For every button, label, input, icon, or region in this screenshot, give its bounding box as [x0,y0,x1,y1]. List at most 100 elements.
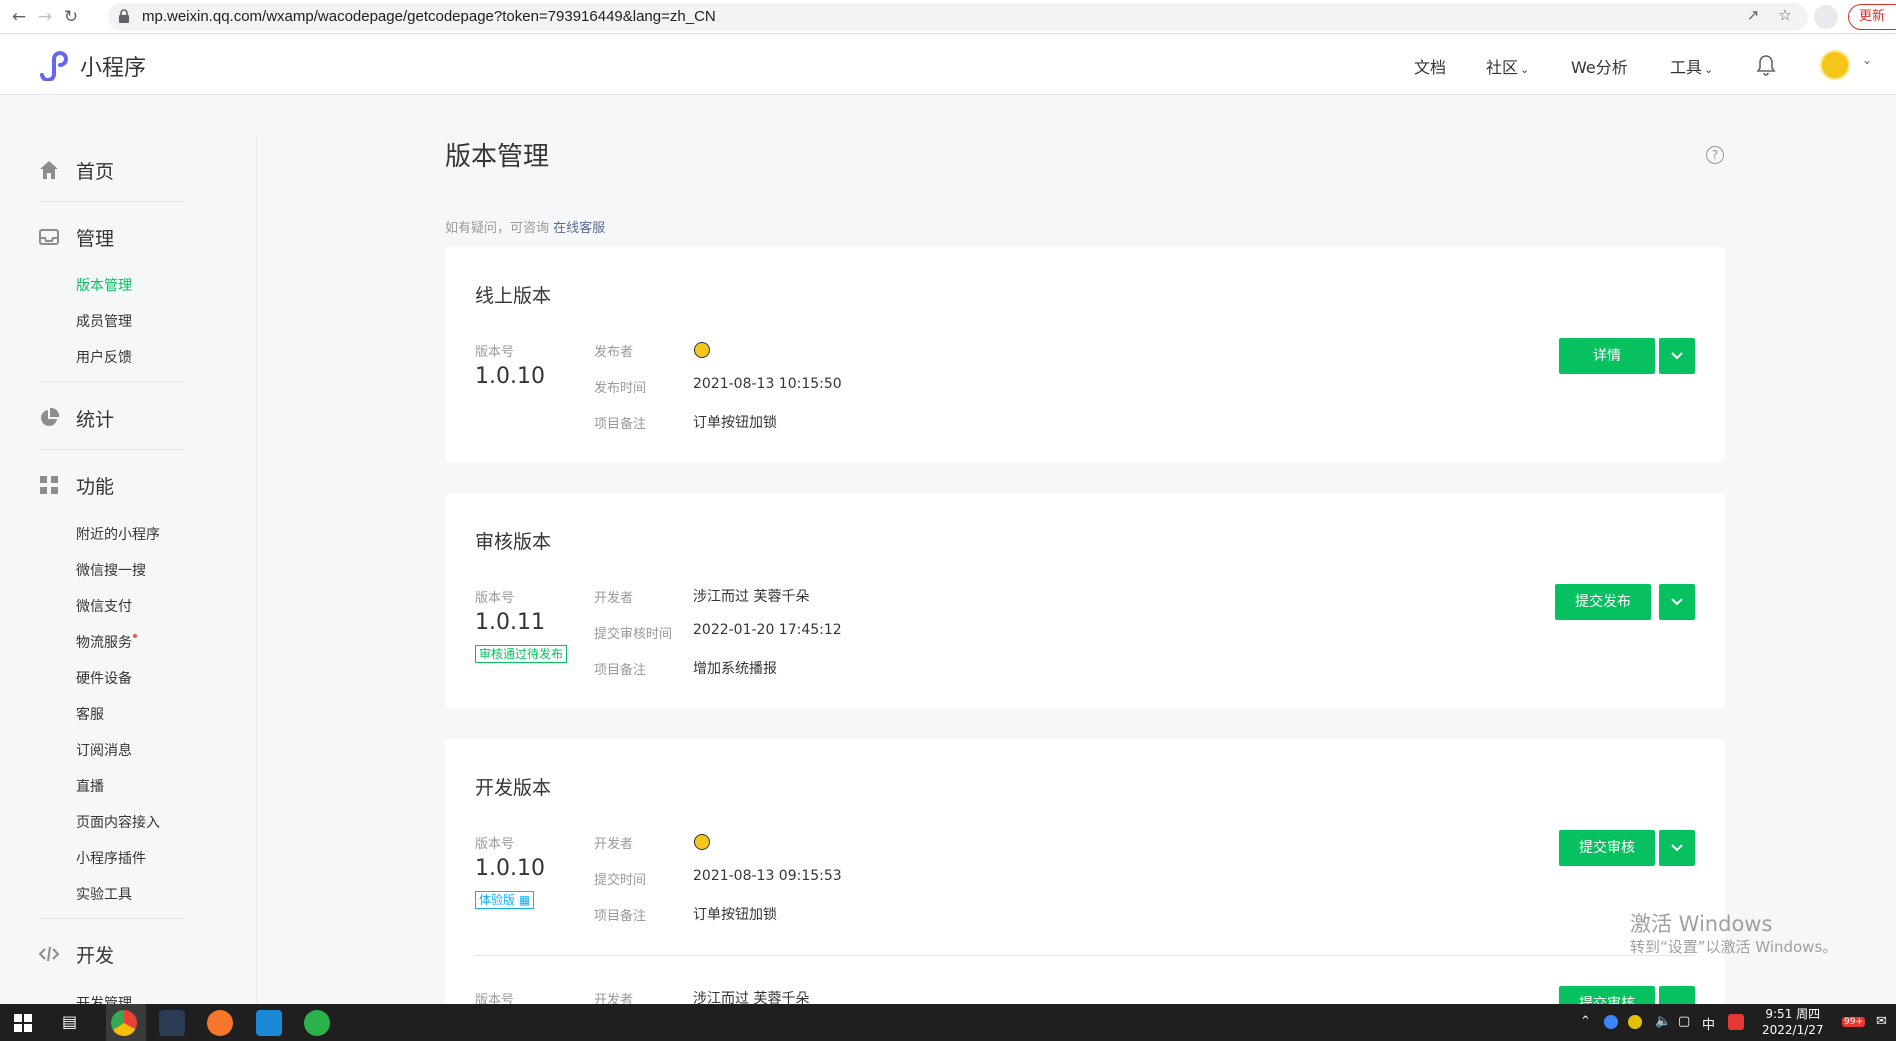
field-label: 项目备注 [594,417,647,432]
field-value: 订单按钮加锁 [693,907,777,923]
version-number: 1.0.10 [475,364,545,389]
version-label: 版本号 [475,837,515,852]
forward-arrow-icon[interactable]: → [34,6,56,28]
experience-badge-label: 体验版 [479,893,516,907]
dev-version-card: 开发版本 版本号 1.0.10 体验版 ▦ 开发者 提交时间 2021-08-1… [445,739,1725,1008]
tray-app-icon[interactable] [1604,1015,1618,1029]
card-title: 开发版本 [475,777,552,799]
address-bar[interactable]: mp.weixin.qq.com/wxamp/wacodepage/getcod… [108,3,1808,31]
experience-badge[interactable]: 体验版 ▦ [475,891,535,909]
nav-tools[interactable]: 工具 ⌄ [1670,54,1713,78]
sidebar-divider [256,134,257,1004]
more-dropdown-button[interactable] [1659,830,1695,866]
chrome-icon[interactable] [111,1010,137,1036]
card-title: 线上版本 [475,285,552,307]
sidebar-item-logistics[interactable]: 物流服务 [76,632,137,652]
submit-review-button[interactable]: 提交审核 [1559,830,1655,866]
nav-tools-label: 工具 [1670,58,1703,77]
ime-indicator[interactable]: 中 [1702,1014,1715,1033]
chevron-down-icon: ⌄ [1520,63,1530,76]
sidebar-item-page-content[interactable]: 页面内容接入 [76,812,160,832]
sidebar-group-label: 功能 [76,476,115,498]
field-label: 发布者 [594,345,634,360]
notification-dot [133,634,137,638]
field-label: 提交审核时间 [594,627,673,642]
sidebar-item-dev-management[interactable]: 开发管理 [76,993,132,1004]
sidebar-item-search[interactable]: 微信搜一搜 [76,560,146,580]
network-icon[interactable]: ▢ [1678,1014,1690,1029]
publisher-avatar-icon [694,342,710,358]
version-label: 版本号 [475,345,515,360]
sidebar-item-subscribe[interactable]: 订阅消息 [76,740,132,760]
sidebar-item-version-management[interactable]: 版本管理 [76,275,132,295]
sidebar-item-live[interactable]: 直播 [76,776,104,796]
sidebar-item-customer-service[interactable]: 客服 [76,704,104,724]
sidebar-item-user-feedback[interactable]: 用户反馈 [76,347,132,367]
details-button[interactable]: 详情 [1559,338,1655,374]
sidebar-item-member-management[interactable]: 成员管理 [76,311,132,331]
chevron-down-icon: ⌄ [1704,63,1714,76]
tray-app-icon[interactable] [1628,1015,1642,1029]
windows-start-icon[interactable] [14,1014,32,1032]
nav-docs[interactable]: 文档 [1414,54,1446,78]
postman-icon[interactable] [207,1010,233,1036]
back-arrow-icon[interactable]: ← [8,6,30,28]
version-number: 1.0.11 [475,610,545,635]
sidebar-item-nearby[interactable]: 附近的小程序 [76,524,160,544]
reload-icon[interactable]: ↻ [60,6,82,28]
nav-community-label: 社区 [1486,58,1519,77]
wechat-icon[interactable] [304,1010,330,1036]
clock-date: 2022/1/27 [1762,1023,1824,1037]
wireshark-icon[interactable] [159,1010,185,1036]
miniprogram-logo-icon[interactable] [38,49,72,81]
chevron-down-icon [1671,844,1683,852]
divider [38,201,186,202]
volume-icon[interactable]: 🔈 [1655,1014,1671,1029]
sidebar-item-pay[interactable]: 微信支付 [76,596,132,616]
sidebar-item-hardware[interactable]: 硬件设备 [76,668,132,688]
submit-review-button[interactable]: 提交审核 [1559,986,1655,1005]
divider [38,918,186,919]
version-label: 版本号 [475,591,515,606]
nav-community[interactable]: 社区 ⌄ [1486,54,1529,78]
sidebar-item-lab-tools[interactable]: 实验工具 [76,884,132,904]
developer-avatar-icon [694,834,710,850]
sidebar-group-label: 统计 [76,409,115,431]
more-dropdown-button[interactable] [1659,584,1695,620]
profile-icon[interactable] [1814,5,1838,29]
online-service-link[interactable]: 在线客服 [553,221,605,236]
divider [38,381,186,382]
nav-we-analysis[interactable]: We分析 [1571,54,1628,78]
star-icon[interactable]: ☆ [1774,4,1796,26]
field-label: 开发者 [594,837,634,852]
status-badge: 审核通过待发布 [475,645,568,663]
url-text: mp.weixin.qq.com/wxamp/wacodepage/getcod… [142,8,716,25]
share-icon[interactable]: ↗ [1742,4,1764,26]
sogou-icon[interactable] [1728,1014,1744,1030]
browser-toolbar: ← → ↻ mp.weixin.qq.com/wxamp/wacodepage/… [0,0,1896,34]
vscode-icon[interactable] [256,1010,282,1036]
action-center-icon[interactable]: ✉ [1876,1014,1887,1029]
task-view-icon[interactable]: ▤ [62,1012,77,1031]
field-label: 项目备注 [594,909,647,924]
clock[interactable]: 9:51 周四 2022/1/27 [1762,1006,1824,1038]
sidebar-item-plugins[interactable]: 小程序插件 [76,848,146,868]
more-dropdown-button[interactable] [1659,986,1695,1005]
chevron-down-icon[interactable]: ⌄ [1862,53,1872,67]
qrcode-icon: ▦ [518,893,531,907]
update-button[interactable]: 更新 [1848,4,1896,30]
field-value: 订单按钮加锁 [693,415,777,431]
field-value: 2021-08-13 10:15:50 [693,376,842,392]
page-title: 版本管理 [445,142,550,172]
field-value: 涉江而过 芙蓉千朵 [693,589,810,605]
field-label: 项目备注 [594,663,647,678]
avatar[interactable] [1820,50,1850,80]
submit-release-button[interactable]: 提交发布 [1555,584,1651,620]
more-dropdown-button[interactable] [1659,338,1695,374]
sidebar-group-label: 开发 [76,945,115,967]
bell-icon[interactable] [1755,53,1777,77]
chevron-up-icon[interactable]: ⌃ [1580,1014,1591,1029]
logo-text[interactable]: 小程序 [80,50,146,82]
help-icon[interactable]: ? [1706,146,1724,164]
card-title: 审核版本 [475,531,552,553]
